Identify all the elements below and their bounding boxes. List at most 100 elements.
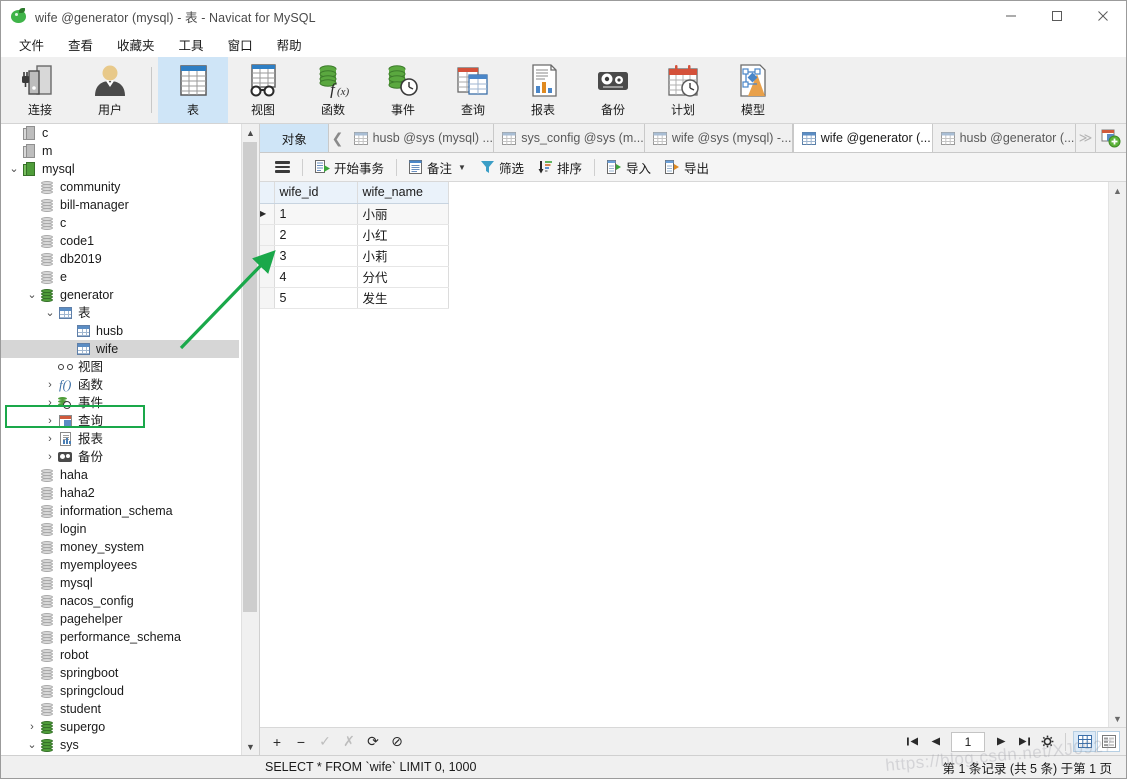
toolbar-button-query[interactable]: 查询 [438,57,508,123]
hamburger-icon[interactable] [270,159,297,174]
refresh-icon[interactable]: ⟳ [362,732,384,752]
cell-wife-name[interactable]: 分代 [357,266,449,288]
cell-wife-name[interactable]: 小红 [357,224,449,246]
sidebar-scroll-thumb[interactable] [243,142,257,612]
chevron-up-icon[interactable]: ▲ [242,124,259,141]
next-page-icon[interactable] [990,732,1012,752]
tree-node-[interactable]: 视图 [1,358,239,376]
table-row[interactable]: 5 发生 [260,287,449,309]
tree-node-supergo[interactable]: › supergo [1,718,239,736]
table-row[interactable]: ▶ 1 小丽 [260,203,449,225]
tree-node-husb[interactable]: husb [1,322,239,340]
menu-item-4[interactable]: 窗口 [216,32,265,57]
tree-node-myemployees[interactable]: myemployees [1,556,239,574]
menu-item-3[interactable]: 工具 [167,32,216,57]
toolbar-button-report[interactable]: 报表 [508,57,578,123]
table-row[interactable]: 4 分代 [260,266,449,288]
tree-node-c[interactable]: c [1,124,239,142]
first-page-icon[interactable] [901,732,923,752]
stop-icon[interactable]: ⊘ [386,732,408,752]
tree-node-code1[interactable]: code1 [1,232,239,250]
toolbar-button-connection[interactable]: 连接 [5,57,75,123]
tree-node-mysql[interactable]: mysql [1,574,239,592]
chevrons-right-icon[interactable]: ≫ [1076,124,1095,152]
maximize-icon[interactable] [1034,1,1080,31]
toolbar-button-view[interactable]: 视图 [228,57,298,123]
chevron-right-icon[interactable]: › [43,451,57,463]
minimize-icon[interactable] [988,1,1034,31]
menu-item-2[interactable]: 收藏夹 [105,32,167,57]
chevron-down-icon[interactable]: ⌄ [43,307,57,319]
cell-wife-id[interactable]: 4 [274,266,358,288]
toolbar-button-schedule[interactable]: 计划 [648,57,718,123]
note-button[interactable]: 备注 ▼ [402,156,473,179]
tree-node-c[interactable]: c [1,214,239,232]
open-tab-4[interactable]: husb @generator (... [932,124,1076,152]
prev-page-icon[interactable] [924,732,946,752]
filter-button[interactable]: 筛选 [473,156,531,179]
cell-wife-id[interactable]: 3 [274,245,358,267]
chevron-right-icon[interactable]: › [43,397,57,409]
chevron-right-icon[interactable]: › [25,721,39,733]
data-grid[interactable]: wife_id wife_name ▶ 1 小丽 2 小红 3 小莉 4 分代 5 发生 [260,182,449,309]
cell-wife-id[interactable]: 1 [274,203,358,225]
open-tab-3[interactable]: wife @generator (... [792,124,933,152]
toolbar-button-model[interactable]: 模型 [718,57,788,123]
chevron-down-icon[interactable]: ⌄ [7,163,21,175]
grid-view-icon[interactable] [1073,731,1096,752]
toolbar-button-backup[interactable]: 备份 [578,57,648,123]
cell-wife-name[interactable]: 小莉 [357,245,449,267]
chevron-right-icon[interactable]: › [43,415,57,427]
tree-node-[interactable]: › 备份 [1,448,239,466]
gear-icon[interactable] [1036,732,1058,752]
tree-node-robot[interactable]: robot [1,646,239,664]
chevron-down-icon[interactable]: ▼ [458,163,466,172]
chevron-down-icon[interactable]: ⌄ [25,289,39,301]
tree-node-m[interactable]: m [1,142,239,160]
cell-wife-name[interactable]: 发生 [357,287,449,309]
tree-node-wife[interactable]: wife [1,340,239,358]
menu-item-0[interactable]: 文件 [7,32,56,57]
cell-wife-id[interactable]: 5 [274,287,358,309]
page-number-input[interactable]: 1 [951,731,985,752]
new-query-tab-icon[interactable] [1095,124,1126,152]
last-page-icon[interactable] [1013,732,1035,752]
tree-node-generator[interactable]: ⌄ generator [1,286,239,304]
grid-vertical-scrollbar[interactable]: ▲ ▼ [1108,182,1126,727]
toolbar-button-user[interactable]: 用户 [75,57,145,123]
toolbar-button-event[interactable]: 事件 [368,57,438,123]
menu-item-5[interactable]: 帮助 [265,32,314,57]
delete-record-icon[interactable]: − [290,732,312,752]
table-row[interactable]: 3 小莉 [260,245,449,267]
menu-item-1[interactable]: 查看 [56,32,105,57]
sidebar-scrollbar[interactable]: ▲ ▼ [241,124,259,755]
database-tree[interactable]: c m ⌄ mysql community bill-manager c code1 db201… [1,124,239,755]
close-icon[interactable] [1080,1,1126,31]
tree-node-[interactable]: › f() 函数 [1,376,239,394]
open-tab-2[interactable]: wife @sys (mysql) -... [644,124,793,152]
table-row[interactable]: 2 小红 [260,224,449,246]
tree-node-haha[interactable]: haha [1,466,239,484]
column-header-wife-name[interactable]: wife_name [357,182,449,204]
form-view-icon[interactable] [1097,731,1120,752]
tree-node-springcloud[interactable]: springcloud [1,682,239,700]
chevron-right-icon[interactable]: › [43,433,57,445]
begin-transaction-button[interactable]: 开始事务 [308,156,391,179]
tab-objects[interactable]: 对象 [260,124,330,152]
tree-node-bill-manager[interactable]: bill-manager [1,196,239,214]
tree-node-[interactable]: › 事件 [1,394,239,412]
cell-wife-id[interactable]: 2 [274,224,358,246]
chevron-right-icon[interactable]: › [43,379,57,391]
chevron-down-icon[interactable]: ▼ [242,738,259,755]
tree-node-[interactable]: › 报表 [1,430,239,448]
tree-node-community[interactable]: community [1,178,239,196]
cell-wife-name[interactable]: 小丽 [357,203,449,225]
export-button[interactable]: 导出 [658,156,716,179]
chevron-down-icon[interactable]: ⌄ [25,739,39,751]
tree-node-money_system[interactable]: money_system [1,538,239,556]
toolbar-button-function[interactable]: f (x) 函数 [298,57,368,123]
tree-node-haha2[interactable]: haha2 [1,484,239,502]
sort-button[interactable]: 排序 [531,156,589,179]
tree-node-db2019[interactable]: db2019 [1,250,239,268]
open-tab-0[interactable]: husb @sys (mysql) ... [345,124,495,152]
